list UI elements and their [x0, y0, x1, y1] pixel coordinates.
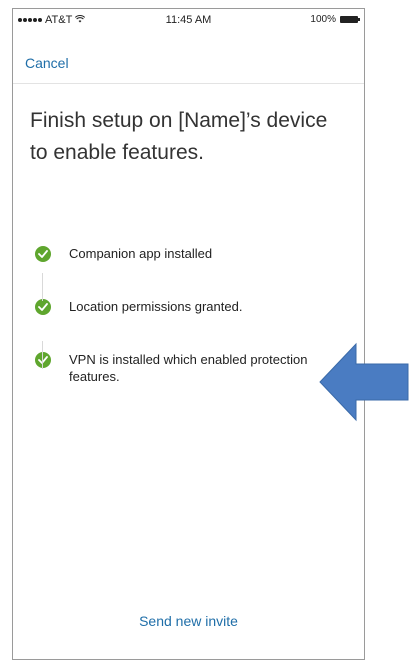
step-connector-line — [42, 273, 43, 301]
check-circle-icon — [35, 299, 51, 315]
screenshot-canvas: AT&T 11:45 AM 100% Cancel Finish setup o… — [0, 0, 415, 664]
setup-steps-list: Companion app installed Location permiss… — [35, 245, 345, 421]
nav-bar: Cancel — [13, 31, 364, 84]
phone-screen: AT&T 11:45 AM 100% Cancel Finish setup o… — [12, 8, 365, 660]
status-right: 100% — [310, 14, 360, 25]
battery-icon — [340, 16, 360, 23]
step-connector-line — [42, 341, 43, 369]
step-vpn-installed: VPN is installed which enabled protectio… — [35, 351, 345, 385]
step-label: Location permissions granted. — [69, 299, 243, 314]
page-title: Finish setup on [Name]’s device to enabl… — [30, 109, 328, 164]
step-label: VPN is installed which enabled protectio… — [69, 352, 308, 384]
battery-percent: 100% — [310, 14, 336, 25]
cancel-button[interactable]: Cancel — [25, 55, 69, 71]
check-circle-icon — [35, 246, 51, 262]
check-circle-icon — [35, 352, 51, 368]
step-label: Companion app installed — [69, 246, 213, 261]
arrow-left-icon — [319, 342, 409, 422]
status-bar: AT&T 11:45 AM 100% — [13, 9, 364, 31]
send-new-invite-button[interactable]: Send new invite — [13, 613, 364, 629]
step-companion-app: Companion app installed — [35, 245, 345, 262]
step-location-permissions: Location permissions granted. — [35, 298, 345, 315]
